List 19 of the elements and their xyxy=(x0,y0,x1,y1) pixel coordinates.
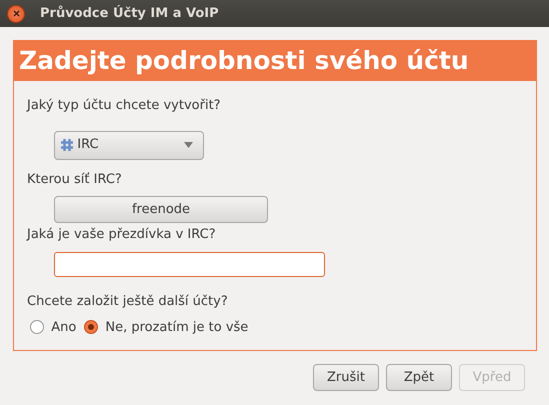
dialog-button[interactable]: Zrušit xyxy=(313,364,379,391)
field-label: Jaký typ účtu chcete vytvořit? xyxy=(27,97,222,115)
radio-label: Ano xyxy=(51,318,76,336)
radio-button[interactable] xyxy=(30,320,44,334)
window-title: Průvodce Účty IM a VoIP xyxy=(40,4,219,23)
page-header: Zadejte podrobnosti svého účtu xyxy=(14,41,536,81)
network-button[interactable]: freenode xyxy=(54,196,268,223)
radio-button[interactable] xyxy=(84,320,98,334)
close-button[interactable] xyxy=(7,4,25,22)
hash-icon xyxy=(60,138,74,152)
account-type-dropdown[interactable]: IRC xyxy=(54,130,204,160)
question-label: Chcete založit ještě další účty? xyxy=(27,292,229,310)
nickname-field[interactable] xyxy=(54,252,325,276)
field-label: Jaká je vaše přezdívka v IRC? xyxy=(27,226,217,244)
radio-label: Ne, prozatím je to vše xyxy=(105,318,248,336)
caret-icon xyxy=(184,142,193,148)
field-label: Kterou síť IRC? xyxy=(27,170,123,188)
dialog-button[interactable]: Zpět xyxy=(386,364,452,391)
close-icon xyxy=(12,10,20,17)
